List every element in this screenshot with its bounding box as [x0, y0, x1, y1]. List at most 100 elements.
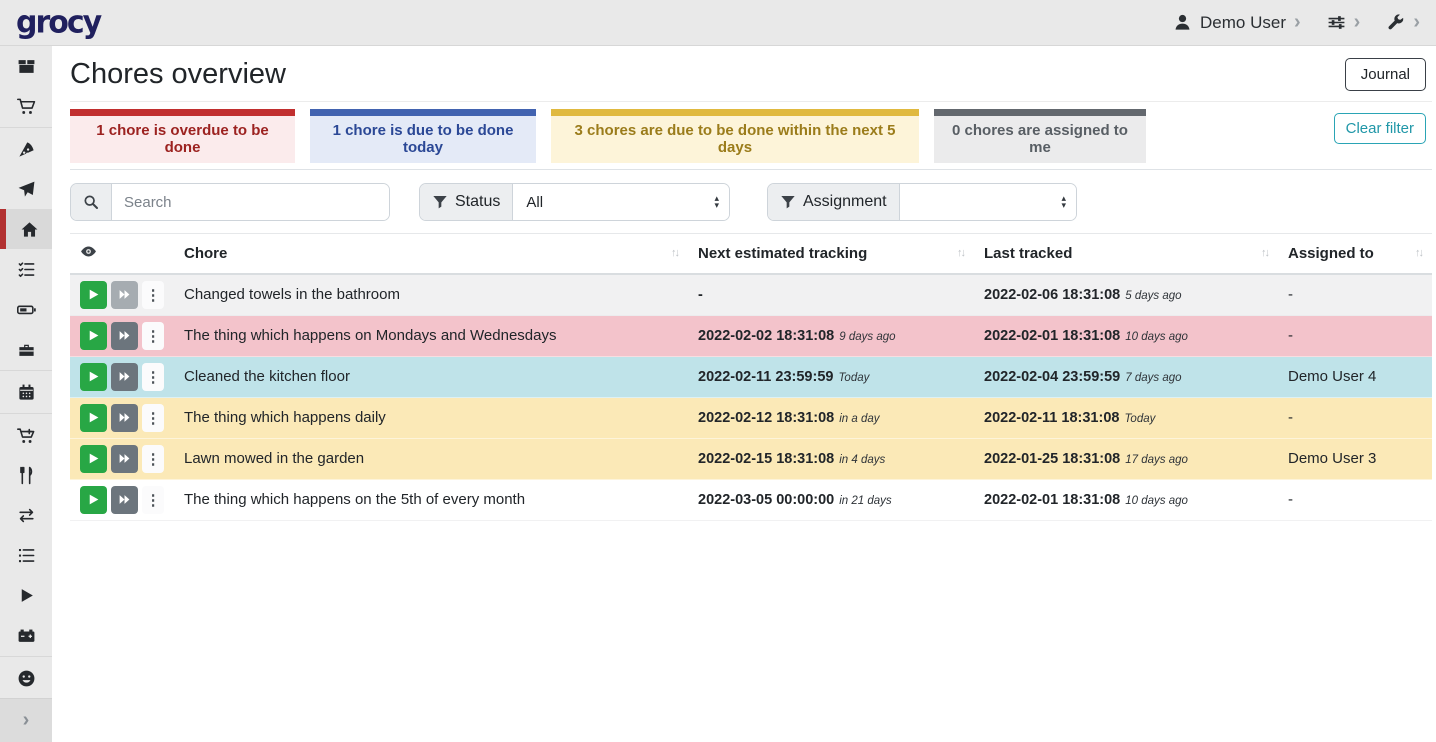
next-tracking-value: 2022-02-11 23:59:59: [698, 369, 833, 385]
column-header-assigned-to[interactable]: Assigned to↑↓: [1278, 234, 1432, 275]
search-icon: [83, 194, 99, 210]
pill-assigned-to-me[interactable]: 0 chores are assigned to me: [934, 109, 1146, 163]
row-menu-button[interactable]: ⋮: [142, 322, 164, 350]
play-icon: [87, 452, 100, 465]
column-header-next-tracking[interactable]: Next estimated tracking↑↓: [688, 234, 974, 275]
sidebar-item-recipes[interactable]: [0, 129, 52, 169]
column-header-last-tracked[interactable]: Last tracked↑↓: [974, 234, 1278, 275]
skip-chore-button[interactable]: [111, 486, 138, 514]
page-header: Chores overview Journal: [70, 46, 1432, 102]
assignment-select[interactable]: ▴▾: [900, 184, 1076, 220]
skip-chore-button[interactable]: [111, 363, 138, 391]
pill-due-soon[interactable]: 3 chores are due to be done within the n…: [551, 109, 919, 163]
page-title: Chores overview: [70, 58, 286, 91]
chore-row: ⋮ The thing which happens on the 5th of …: [70, 479, 1432, 520]
exchange-arrows-icon: [17, 506, 36, 525]
last-tracked-relative: Today: [1124, 413, 1155, 425]
sidebar-item-user[interactable]: [0, 658, 52, 698]
user-menu[interactable]: Demo User ›: [1173, 13, 1301, 33]
sort-icon: ↑↓: [671, 247, 678, 259]
sidebar-item-transactions[interactable]: [0, 495, 52, 535]
play-icon: [87, 493, 100, 506]
sidebar-item-stock[interactable]: [0, 46, 52, 86]
play-icon: [87, 329, 100, 342]
clear-filter-button[interactable]: Clear filter: [1334, 113, 1426, 144]
sliders-icon: [1327, 13, 1346, 32]
assigned-to-value: -: [1278, 479, 1432, 520]
table-header-row: Chore↑↓ Next estimated tracking↑↓ Last t…: [70, 234, 1432, 275]
main-content: Chores overview Journal 1 chore is overd…: [52, 46, 1436, 521]
fast-forward-icon: [118, 329, 131, 342]
search-group: [70, 183, 390, 221]
chore-row: ⋮ Cleaned the kitchen floor 2022-02-11 2…: [70, 356, 1432, 397]
filter-icon: [780, 194, 796, 210]
status-select[interactable]: All ▴▾: [513, 184, 729, 220]
sidebar-item-shopping-cart[interactable]: [0, 86, 52, 126]
last-tracked-relative: 17 days ago: [1125, 454, 1188, 466]
sidebar-item-meal-plan[interactable]: [0, 169, 52, 209]
status-filter-label: Status: [455, 193, 500, 211]
utensils-icon: [17, 466, 36, 485]
sidebar-item-calendar[interactable]: [0, 372, 52, 412]
sidebar-item-chores-overview[interactable]: [0, 209, 52, 249]
track-chore-button[interactable]: [80, 404, 107, 432]
pizza-slice-icon: [17, 140, 36, 159]
sort-icon: ↑↓: [957, 247, 964, 259]
track-chore-button[interactable]: [80, 363, 107, 391]
skip-chore-button[interactable]: [111, 404, 138, 432]
row-menu-button[interactable]: ⋮: [142, 281, 164, 309]
admin-menu[interactable]: ›: [1386, 13, 1420, 32]
sidebar-divider: [0, 413, 52, 414]
sort-icon: ↑↓: [1261, 247, 1268, 259]
car-battery-icon: [17, 626, 36, 645]
sidebar-item-stock-entries[interactable]: [0, 535, 52, 575]
grocy-logo[interactable]: grocy: [16, 7, 100, 39]
settings-menu[interactable]: ›: [1327, 13, 1361, 32]
track-chore-button[interactable]: [80, 486, 107, 514]
sidebar-divider: [0, 127, 52, 128]
sidebar: ›: [0, 46, 52, 742]
fast-forward-icon: [118, 411, 131, 424]
column-header-chore[interactable]: Chore↑↓: [174, 234, 688, 275]
home-icon: [20, 220, 39, 239]
search-input[interactable]: [112, 184, 389, 220]
status-filter-label-box: Status: [420, 184, 513, 220]
next-tracking-relative: in a day: [839, 413, 879, 425]
chore-row: ⋮ Changed towels in the bathroom - 2022-…: [70, 274, 1432, 315]
row-menu-button[interactable]: ⋮: [142, 363, 164, 391]
track-chore-button[interactable]: [80, 281, 107, 309]
next-tracking-value: 2022-02-15 18:31:08: [698, 451, 834, 467]
row-menu-button[interactable]: ⋮: [142, 486, 164, 514]
track-chore-button[interactable]: [80, 445, 107, 473]
last-tracked-value: 2022-02-01 18:31:08: [984, 328, 1120, 344]
last-tracked-value: 2022-01-25 18:31:08: [984, 451, 1120, 467]
play-icon: [87, 288, 100, 301]
last-tracked-value: 2022-02-04 23:59:59: [984, 369, 1120, 385]
assignment-filter-label: Assignment: [803, 193, 887, 211]
sidebar-item-equipment[interactable]: [0, 329, 52, 369]
sidebar-item-recipes-consume[interactable]: [0, 455, 52, 495]
chore-name: The thing which happens on Mondays and W…: [174, 315, 688, 356]
sidebar-item-shopping-list[interactable]: [0, 415, 52, 455]
row-menu-button[interactable]: ⋮: [142, 445, 164, 473]
next-tracking-value: 2022-02-02 18:31:08: [698, 328, 834, 344]
row-menu-button[interactable]: ⋮: [142, 404, 164, 432]
pill-overdue[interactable]: 1 chore is overdue to be done: [70, 109, 295, 163]
status-select-value: All: [526, 194, 543, 211]
journal-button[interactable]: Journal: [1345, 58, 1426, 91]
skip-chore-button[interactable]: [111, 445, 138, 473]
chevron-right-icon: ›: [1354, 12, 1361, 32]
top-navbar: grocy Demo User › › ›: [0, 0, 1436, 46]
track-chore-button[interactable]: [80, 322, 107, 350]
sidebar-item-tasks[interactable]: [0, 249, 52, 289]
status-filter-group: Status All ▴▾: [419, 183, 730, 221]
filter-icon: [432, 194, 448, 210]
skip-chore-button[interactable]: [111, 322, 138, 350]
sidebar-item-battery-tracking[interactable]: [0, 615, 52, 655]
sidebar-item-chore-tracking[interactable]: [0, 575, 52, 615]
sidebar-expand-toggle[interactable]: ›: [0, 698, 52, 742]
pill-due-today[interactable]: 1 chore is due to be done today: [310, 109, 536, 163]
next-tracking-relative: Today: [838, 372, 869, 384]
sidebar-item-batteries[interactable]: [0, 289, 52, 329]
shopping-cart-icon: [17, 97, 36, 116]
